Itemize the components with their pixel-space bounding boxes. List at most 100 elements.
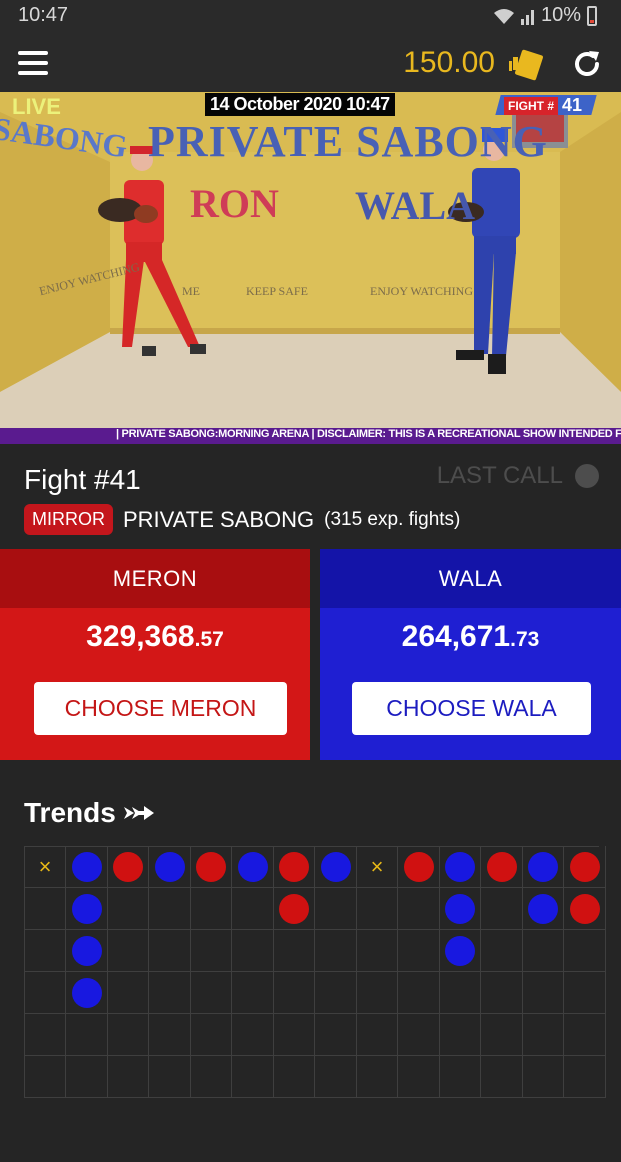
status-bar: 10:47 10%: [0, 0, 621, 34]
trend-cell: [24, 930, 66, 972]
signal-icon: [520, 9, 534, 25]
live-video-player[interactable]: LIVE SABONG 14 October 2020 10:47 FIGHT …: [0, 92, 621, 444]
fight-tag-number: 41: [562, 95, 583, 115]
trend-cell: [439, 1056, 481, 1098]
trend-cell: [439, 1014, 481, 1056]
trend-bead-wala: [445, 852, 475, 882]
wala-amount-int: 264,671: [401, 620, 511, 653]
choose-wala-button[interactable]: CHOOSE WALA: [352, 682, 591, 735]
status-icons: 10%: [493, 4, 597, 27]
fight-tag-label: FIGHT #: [504, 96, 559, 115]
trend-cell: [273, 972, 315, 1014]
source-row: MIRROR PRIVATE SABONG (315 exp. fights): [24, 504, 460, 535]
trend-cell: [397, 972, 440, 1014]
trend-cell: [24, 1056, 66, 1098]
trend-bead-meron: [403, 852, 434, 882]
trend-cell: [273, 930, 315, 972]
meron-panel: MERON 329,368.57 CHOOSE MERON: [0, 549, 310, 760]
trend-cell: [314, 972, 357, 1014]
wifi-icon: [493, 8, 514, 24]
trend-cell: [24, 1014, 66, 1056]
trend-cell: [314, 1056, 357, 1098]
trend-cell: [480, 930, 523, 972]
trend-cell: [522, 972, 564, 1014]
trend-cell: [148, 972, 191, 1014]
last-call-label: LAST CALL: [436, 462, 563, 489]
trend-cell: [273, 1056, 315, 1098]
trend-cell: [231, 972, 274, 1014]
trend-cell: [231, 930, 274, 972]
fight-tag: FIGHT # 41: [504, 95, 582, 116]
trend-cell: [356, 1056, 398, 1098]
enjoy-sign-right: ENJOY WATCHING: [370, 284, 473, 298]
trends-title: Trends: [24, 797, 116, 828]
trend-cell: [65, 1014, 108, 1056]
trend-cell: [231, 888, 274, 930]
wala-wall-sign: WALA: [355, 183, 476, 228]
trend-cell: [314, 888, 357, 930]
trend-cancel-mark: ×: [370, 854, 384, 879]
refresh-icon[interactable]: [571, 48, 603, 80]
keep-safe-sign: KEEP SAFE: [246, 284, 308, 298]
trend-cell: [356, 972, 398, 1014]
trend-cell: [563, 972, 606, 1014]
trend-cell: [190, 1014, 232, 1056]
trend-bead-wala: [320, 852, 351, 882]
trend-bead-wala: [154, 852, 185, 882]
trend-bead-meron: [279, 852, 309, 882]
trend-cell: [522, 1056, 564, 1098]
trend-cell: [522, 930, 564, 972]
meron-pool-amount: 329,368.57: [0, 620, 310, 654]
trend-cell: [314, 1014, 357, 1056]
trend-cell: [107, 1056, 149, 1098]
trend-cell: [314, 930, 357, 972]
battery-percent: 10%: [540, 4, 581, 26]
wallet-balance: 150.00: [403, 46, 495, 79]
trend-bead-wala: [71, 936, 102, 966]
trend-cell: [148, 930, 191, 972]
arrow-right-icon[interactable]: [123, 803, 154, 823]
trend-bead-meron: [196, 852, 226, 882]
trend-cell: [522, 1014, 564, 1056]
hamburger-menu-icon[interactable]: [18, 51, 50, 77]
battery-icon: [587, 5, 597, 26]
news-ticker: | PRIVATE SABONG:MORNING ARENA | DISCLAI…: [0, 428, 621, 444]
trend-cell: [107, 930, 149, 972]
last-call-dot-icon: [575, 464, 599, 488]
choose-meron-button[interactable]: CHOOSE MERON: [34, 682, 287, 735]
trend-bead-meron: [279, 894, 309, 924]
trend-cell: [107, 888, 149, 930]
trend-cell: [480, 1056, 523, 1098]
trend-cell: [273, 1014, 315, 1056]
trend-cell: [480, 888, 523, 930]
fight-title: Fight #41: [24, 464, 141, 495]
meron-amount-int: 329,368: [86, 620, 195, 653]
meron-label: MERON: [0, 549, 310, 608]
meron-amount-dec: .57: [194, 628, 224, 651]
trend-cell: [107, 1014, 149, 1056]
trend-cell: [480, 972, 523, 1014]
trend-bead-wala: [71, 978, 102, 1008]
trend-cell: [397, 888, 440, 930]
welcome-sign: ME: [182, 284, 200, 298]
wala-pool-amount: 264,671.73: [320, 620, 621, 654]
trend-cell: [480, 1014, 523, 1056]
trend-cell: [356, 1014, 398, 1056]
trend-cell: [397, 1014, 440, 1056]
trend-bead-wala: [71, 894, 102, 924]
trend-bead-wala: [528, 894, 558, 924]
trend-cell: [148, 888, 191, 930]
trend-cell: [397, 930, 440, 972]
status-time: 10:47: [18, 4, 69, 26]
meron-wall-sign: RON: [190, 181, 279, 226]
trend-bead-meron: [569, 894, 600, 924]
source-fight-count: (315 exp. fights): [324, 508, 461, 530]
trend-cell: [563, 930, 606, 972]
video-datetime: 14 October 2020 10:47: [205, 93, 395, 116]
trend-cell: [190, 930, 232, 972]
trend-cell: [563, 1014, 606, 1056]
trend-cell: [190, 1056, 232, 1098]
trend-cell: [439, 972, 481, 1014]
trend-bead-wala: [528, 852, 558, 882]
trend-cell: [65, 1056, 108, 1098]
